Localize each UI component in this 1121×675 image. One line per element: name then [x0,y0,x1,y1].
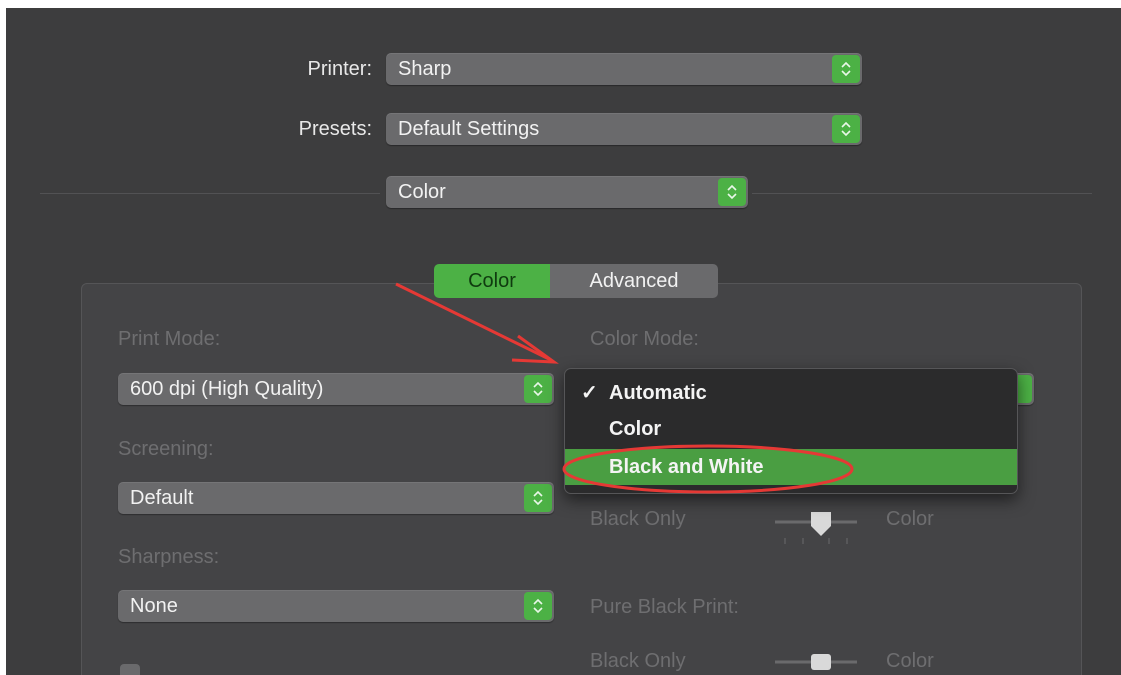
annotation-circle-icon [562,444,854,494]
annotation-overlay [395,282,854,494]
print-dialog-panel: Printer: Sharp Presets: Default Settings… [6,8,1121,675]
annotation-arrowhead-icon [511,334,559,364]
annotation-arrow-icon [395,282,552,362]
